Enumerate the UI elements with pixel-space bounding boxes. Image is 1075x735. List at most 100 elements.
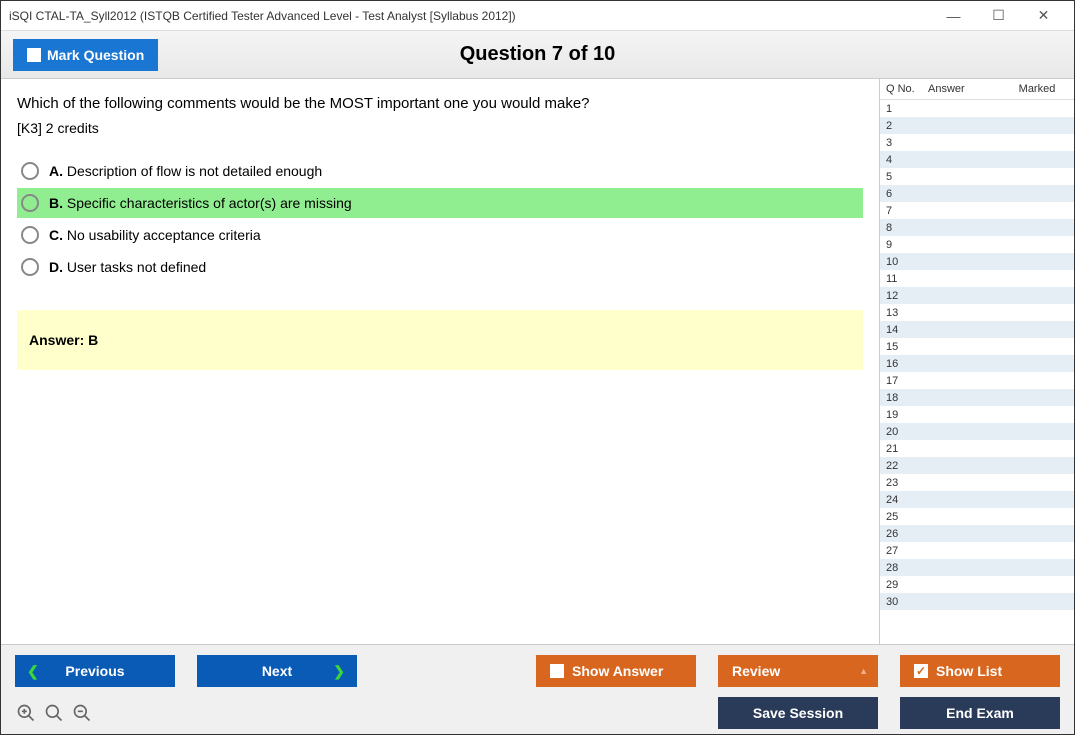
option-letter: B. [49, 195, 67, 211]
question-list-row[interactable]: 14 [880, 321, 1074, 338]
cell-qno: 16 [880, 358, 928, 370]
option-row[interactable]: A. Description of flow is not detailed e… [17, 156, 863, 186]
radio-icon [21, 258, 39, 276]
footer-row-1: ❮ Previous Next ❯ Show Answer Review ▲ S… [15, 655, 1060, 687]
cell-qno: 10 [880, 256, 928, 268]
question-list-row[interactable]: 20 [880, 423, 1074, 440]
question-list-row[interactable]: 2 [880, 117, 1074, 134]
question-list-row[interactable]: 7 [880, 202, 1074, 219]
radio-icon [21, 226, 39, 244]
zoom-out-icon[interactable] [71, 702, 93, 724]
radio-icon [21, 162, 39, 180]
content-area: Which of the following comments would be… [1, 79, 879, 644]
cell-qno: 28 [880, 562, 928, 574]
titlebar: iSQI CTAL-TA_Syll2012 (ISTQB Certified T… [1, 1, 1074, 31]
cell-qno: 11 [880, 273, 928, 285]
cell-qno: 20 [880, 426, 928, 438]
next-label: Next [262, 663, 292, 679]
col-header-qno: Q No. [880, 83, 928, 95]
question-list-row[interactable]: 16 [880, 355, 1074, 372]
mark-question-button[interactable]: Mark Question [13, 39, 158, 71]
show-list-label: Show List [936, 663, 1002, 679]
show-answer-label: Show Answer [572, 663, 663, 679]
dropdown-arrow-icon: ▲ [859, 666, 868, 676]
answer-box: Answer: B [17, 310, 863, 370]
question-list-row[interactable]: 25 [880, 508, 1074, 525]
option-row[interactable]: C. No usability acceptance criteria [17, 220, 863, 250]
show-list-checkbox-icon [914, 664, 928, 678]
question-list-row[interactable]: 27 [880, 542, 1074, 559]
zoom-reset-icon[interactable] [43, 702, 65, 724]
question-list-row[interactable]: 12 [880, 287, 1074, 304]
end-exam-button[interactable]: End Exam [900, 697, 1060, 729]
option-letter: A. [49, 163, 67, 179]
question-list-row[interactable]: 29 [880, 576, 1074, 593]
chevron-right-icon: ❯ [333, 663, 345, 680]
question-list-row[interactable]: 1 [880, 100, 1074, 117]
cell-qno: 22 [880, 460, 928, 472]
cell-qno: 21 [880, 443, 928, 455]
cell-qno: 1 [880, 103, 928, 115]
question-list-row[interactable]: 17 [880, 372, 1074, 389]
cell-qno: 17 [880, 375, 928, 387]
option-text: D. User tasks not defined [49, 259, 206, 275]
question-list-row[interactable]: 30 [880, 593, 1074, 610]
save-session-button[interactable]: Save Session [718, 697, 878, 729]
cell-qno: 5 [880, 171, 928, 183]
cell-qno: 14 [880, 324, 928, 336]
option-label: Specific characteristics of actor(s) are… [67, 195, 352, 211]
option-row[interactable]: B. Specific characteristics of actor(s) … [17, 188, 863, 218]
question-list-row[interactable]: 11 [880, 270, 1074, 287]
question-list-row[interactable]: 8 [880, 219, 1074, 236]
question-list-header: Q No. Answer Marked [880, 79, 1074, 100]
review-label: Review [732, 663, 780, 679]
maximize-icon[interactable]: ☐ [976, 1, 1021, 31]
question-list-row[interactable]: 18 [880, 389, 1074, 406]
previous-label: Previous [65, 663, 124, 679]
question-list-row[interactable]: 26 [880, 525, 1074, 542]
question-list-row[interactable]: 24 [880, 491, 1074, 508]
cell-qno: 4 [880, 154, 928, 166]
radio-icon [21, 194, 39, 212]
minimize-icon[interactable]: — [931, 1, 976, 31]
question-list-row[interactable]: 28 [880, 559, 1074, 576]
cell-qno: 7 [880, 205, 928, 217]
question-list-row[interactable]: 10 [880, 253, 1074, 270]
footer-action-group: Show Answer Review ▲ Show List [536, 655, 1060, 687]
close-icon[interactable]: ✕ [1021, 1, 1066, 31]
cell-qno: 25 [880, 511, 928, 523]
zoom-in-icon[interactable] [15, 702, 37, 724]
answer-label: Answer: B [29, 332, 98, 348]
question-list-row[interactable]: 3 [880, 134, 1074, 151]
question-text: Which of the following comments would be… [17, 95, 863, 112]
question-list-row[interactable]: 23 [880, 474, 1074, 491]
options-list: A. Description of flow is not detailed e… [17, 156, 863, 282]
show-answer-button[interactable]: Show Answer [536, 655, 696, 687]
show-list-button[interactable]: Show List [900, 655, 1060, 687]
question-list-row[interactable]: 13 [880, 304, 1074, 321]
question-list-row[interactable]: 6 [880, 185, 1074, 202]
question-list-row[interactable]: 4 [880, 151, 1074, 168]
next-button[interactable]: Next ❯ [197, 655, 357, 687]
previous-button[interactable]: ❮ Previous [15, 655, 175, 687]
cell-qno: 2 [880, 120, 928, 132]
window-controls: — ☐ ✕ [931, 1, 1066, 31]
option-row[interactable]: D. User tasks not defined [17, 252, 863, 282]
zoom-controls [15, 702, 93, 724]
question-list-row[interactable]: 21 [880, 440, 1074, 457]
question-list-row[interactable]: 19 [880, 406, 1074, 423]
question-counter: Question 7 of 10 [460, 43, 616, 66]
question-list-row[interactable]: 15 [880, 338, 1074, 355]
cell-qno: 18 [880, 392, 928, 404]
option-text: A. Description of flow is not detailed e… [49, 163, 322, 179]
footer-session-group: Save Session End Exam [718, 697, 1060, 729]
col-header-answer: Answer [928, 83, 1000, 95]
cell-qno: 19 [880, 409, 928, 421]
question-list-row[interactable]: 9 [880, 236, 1074, 253]
option-letter: D. [49, 259, 67, 275]
question-list-row[interactable]: 22 [880, 457, 1074, 474]
footer: ❮ Previous Next ❯ Show Answer Review ▲ S… [1, 644, 1074, 734]
question-list[interactable]: 1234567891011121314151617181920212223242… [880, 100, 1074, 644]
review-button[interactable]: Review ▲ [718, 655, 878, 687]
question-list-row[interactable]: 5 [880, 168, 1074, 185]
